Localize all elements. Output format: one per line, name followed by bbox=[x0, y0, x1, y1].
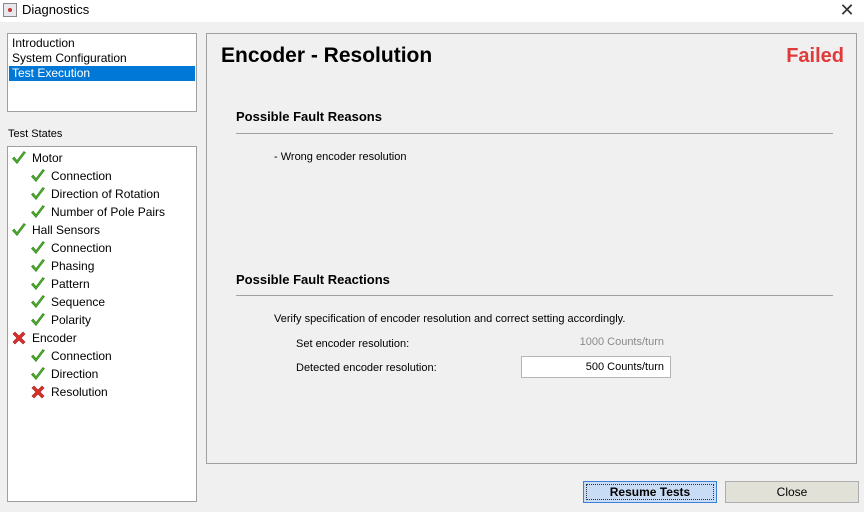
tree-item-label: Sequence bbox=[51, 295, 106, 309]
check-icon bbox=[30, 168, 46, 184]
tree-item-direction-of-rotation[interactable]: Direction of Rotation bbox=[8, 185, 196, 203]
check-icon bbox=[30, 276, 46, 292]
check-icon bbox=[30, 312, 46, 328]
tree-item-connection[interactable]: Connection bbox=[8, 167, 196, 185]
tree-item-polarity[interactable]: Polarity bbox=[8, 311, 196, 329]
detected-resolution-field[interactable]: 500 Counts/turn bbox=[521, 356, 671, 378]
tree-item-hall-sensors[interactable]: Hall Sensors bbox=[8, 221, 196, 239]
tree-item-label: Connection bbox=[51, 241, 112, 255]
fault-reasons-heading: Possible Fault Reasons bbox=[236, 109, 382, 124]
divider bbox=[236, 295, 833, 296]
tree-item-label: Pattern bbox=[51, 277, 90, 291]
set-resolution-label: Set encoder resolution: bbox=[296, 338, 410, 350]
page-title: Encoder - Resolution bbox=[221, 44, 433, 67]
fault-reason-text: - Wrong encoder resolution bbox=[274, 151, 407, 163]
app-icon bbox=[3, 3, 17, 17]
window-title: Diagnostics bbox=[22, 2, 90, 17]
nav-item-introduction[interactable]: Introduction bbox=[9, 36, 195, 51]
fault-reaction-text: Verify specification of encoder resoluti… bbox=[274, 313, 626, 325]
set-resolution-field: 1000 Counts/turn bbox=[521, 331, 671, 353]
detected-resolution-label: Detected encoder resolution: bbox=[296, 362, 437, 374]
divider bbox=[236, 133, 833, 134]
tree-item-label: Direction bbox=[51, 367, 99, 381]
tree-item-label: Direction of Rotation bbox=[51, 187, 160, 201]
nav-item-system-configuration[interactable]: System Configuration bbox=[9, 51, 195, 66]
status-badge: Failed bbox=[786, 45, 844, 67]
tree-item-number-of-pole-pairs[interactable]: Number of Pole Pairs bbox=[8, 203, 196, 221]
check-icon bbox=[30, 366, 46, 382]
tree-item-resolution[interactable]: Resolution bbox=[8, 383, 196, 401]
tree-item-label: Phasing bbox=[51, 259, 95, 273]
test-states-label: Test States bbox=[8, 128, 63, 140]
tree-item-pattern[interactable]: Pattern bbox=[8, 275, 196, 293]
tree-item-label: Encoder bbox=[32, 331, 77, 345]
check-icon bbox=[11, 150, 27, 166]
check-icon bbox=[30, 258, 46, 274]
tree-item-phasing[interactable]: Phasing bbox=[8, 257, 196, 275]
cross-icon bbox=[11, 330, 27, 346]
title-bar: Diagnostics ✕ bbox=[0, 0, 864, 22]
tree-item-label: Polarity bbox=[51, 313, 92, 327]
check-icon bbox=[30, 240, 46, 256]
resume-tests-button[interactable]: Resume Tests bbox=[583, 481, 717, 503]
check-icon bbox=[30, 294, 46, 310]
cross-icon bbox=[30, 384, 46, 400]
tree-item-sequence[interactable]: Sequence bbox=[8, 293, 196, 311]
tree-item-direction[interactable]: Direction bbox=[8, 365, 196, 383]
tree-item-label: Number of Pole Pairs bbox=[51, 205, 166, 219]
test-detail-panel: Encoder - Resolution Failed Possible Fau… bbox=[206, 33, 857, 464]
tree-item-label: Motor bbox=[32, 151, 63, 165]
tree-item-motor[interactable]: Motor bbox=[8, 149, 196, 167]
fault-reactions-heading: Possible Fault Reactions bbox=[236, 272, 390, 287]
check-icon bbox=[30, 204, 46, 220]
close-button[interactable]: Close bbox=[725, 481, 859, 503]
check-icon bbox=[11, 222, 27, 238]
tree-item-label: Connection bbox=[51, 349, 112, 363]
tree-item-connection[interactable]: Connection bbox=[8, 347, 196, 365]
tree-item-label: Resolution bbox=[51, 385, 108, 399]
test-states-tree[interactable]: Motor Connection Direction of Rotation Numb… bbox=[7, 146, 197, 502]
tree-item-encoder[interactable]: Encoder bbox=[8, 329, 196, 347]
tree-item-connection[interactable]: Connection bbox=[8, 239, 196, 257]
check-icon bbox=[30, 348, 46, 364]
check-icon bbox=[30, 186, 46, 202]
nav-item-test-execution[interactable]: Test Execution bbox=[9, 66, 195, 81]
navigation-list: Introduction System Configuration Test E… bbox=[7, 33, 197, 112]
tree-item-label: Connection bbox=[51, 169, 112, 183]
tree-item-label: Hall Sensors bbox=[32, 223, 101, 237]
close-window-button[interactable]: ✕ bbox=[836, 0, 858, 21]
